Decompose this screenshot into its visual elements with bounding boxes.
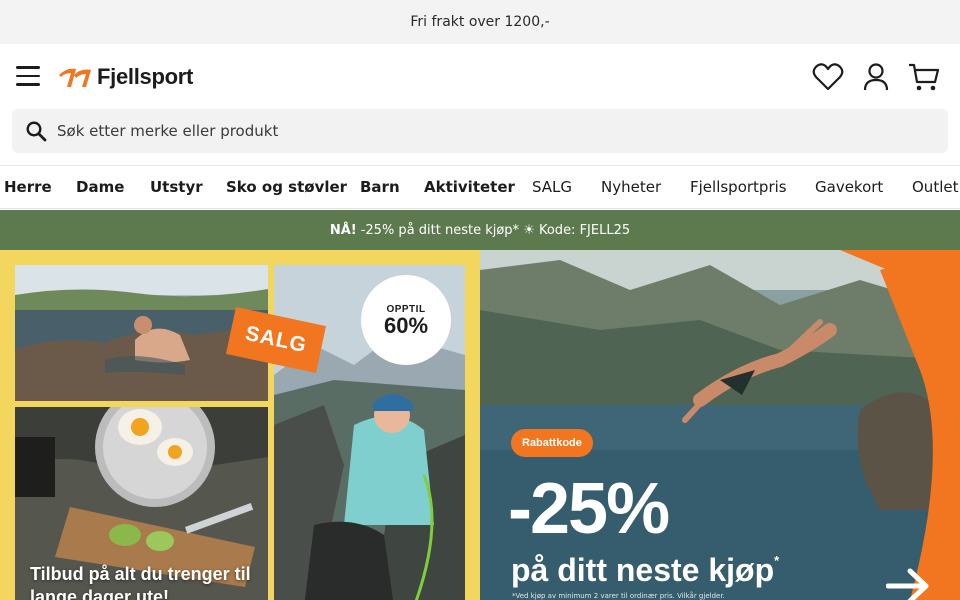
discount-subtitle-text: på ditt neste kjøp: [511, 552, 775, 588]
nav-item-outlet[interactable]: Outlet: [912, 178, 958, 196]
category-nav: Herre Dame Utstyr Sko og støvler Barn Ak…: [0, 165, 960, 209]
nav-item-herre[interactable]: Herre: [4, 178, 52, 196]
discount-subtitle: på ditt neste kjøp*: [511, 542, 779, 589]
upto-value: 60%: [383, 312, 429, 338]
upto-discount-badge: OPPTIL 60%: [361, 275, 451, 365]
hero-sale-collage[interactable]: SALG OPPTIL 60% Tilbud på alt du trenger…: [0, 250, 480, 600]
logo-mark-icon: [59, 68, 91, 87]
promo-banner[interactable]: NÅ! -25% på ditt neste kjøp* ☀ Kode: FJE…: [0, 210, 960, 250]
promo-prefix: NÅ!: [329, 222, 357, 238]
discount-subtitle-mark: *: [774, 553, 780, 568]
site-header: Fjellsport: [0, 44, 960, 110]
brand-logo[interactable]: Fjellsport: [57, 62, 193, 92]
cart-icon[interactable]: [907, 60, 941, 94]
menu-icon[interactable]: [16, 66, 40, 88]
free-shipping-banner: Fri frakt over 1200,-: [0, 0, 960, 44]
discount-percentage: -25%: [508, 469, 670, 549]
brand-name: Fjellsport: [97, 64, 194, 89]
search-input[interactable]: [57, 122, 907, 140]
nav-item-sko-og-stovler[interactable]: Sko og støvler: [226, 178, 347, 196]
heart-icon[interactable]: [811, 60, 845, 94]
nav-item-nyheter[interactable]: Nyheter: [601, 178, 661, 196]
search-icon[interactable]: [25, 120, 47, 142]
free-shipping-text: Fri frakt over 1200,-: [410, 14, 550, 30]
nav-item-dame[interactable]: Dame: [76, 178, 124, 196]
discount-fineprint: *Ved kjøp av minimum 2 varer til ordinær…: [512, 592, 725, 600]
user-icon[interactable]: [859, 60, 893, 94]
nav-item-barn[interactable]: Barn: [360, 178, 400, 196]
discount-code-pill: Rabattkode: [511, 429, 593, 457]
search-bar: [12, 109, 948, 153]
nav-item-fjellsportpris[interactable]: Fjellsportpris: [690, 178, 787, 196]
nav-item-aktiviteter[interactable]: Aktiviteter: [424, 178, 515, 196]
hero-left-headline: Tilbud på alt du trenger til lange dager…: [30, 564, 251, 600]
nav-item-utstyr[interactable]: Utstyr: [150, 178, 203, 196]
nav-item-gavekort[interactable]: Gavekort: [815, 178, 883, 196]
promo-text: -25% på ditt neste kjøp* ☀ Kode: FJELL25: [360, 222, 631, 238]
nav-item-salg[interactable]: SALG: [532, 178, 572, 196]
arrow-right-icon[interactable]: [886, 566, 932, 600]
